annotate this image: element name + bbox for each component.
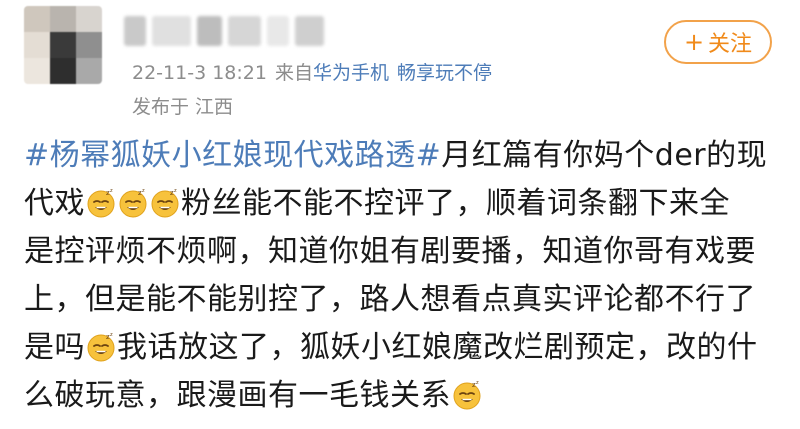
svg-text:z: z: [174, 188, 177, 194]
post-text-line-6: 么破玩意，跟漫画有一毛钱关系: [24, 378, 451, 413]
post-text-line-2b: 粉丝能不能不控评了，顺着词条翻下来全: [181, 186, 730, 221]
plus-icon: +: [683, 28, 705, 56]
sleepy-smile-emoji-icon: zz: [452, 377, 482, 410]
svg-text:z: z: [110, 188, 113, 194]
weibo-post-card: 22-11-3 18:21 来自华为手机 畅享玩不停 发布于 江西 + 关注 #杨幂…: [0, 0, 800, 429]
svg-text:z: z: [110, 332, 113, 338]
sleepy-smile-emoji-icon: zz: [118, 185, 148, 218]
post-meta: 22-11-3 18:21 来自华为手机 畅享玩不停: [132, 58, 492, 85]
post-text-line-4: 上，但是能不能别控了，路人想看点真实评论都不行了: [24, 282, 756, 317]
post-text-line-3: 是控评烦不烦啊，知道你姐有剧要播，知道你哥有戏要: [24, 234, 756, 269]
follow-button[interactable]: + 关注: [664, 20, 772, 64]
post-text-line-1: 月红篇有你妈个der的现: [441, 138, 768, 173]
source-prefix: 来自: [274, 62, 313, 84]
sleepy-smile-emoji-icon: zz: [86, 329, 116, 362]
post-text-line-2a: 代戏: [24, 186, 85, 221]
hashtag-link[interactable]: #杨幂狐妖小红娘现代戏路透#: [24, 138, 441, 173]
sleepy-smile-emoji-icon: zz: [150, 185, 180, 218]
post-text-line-5a: 是吗: [24, 330, 85, 365]
sleepy-smile-emoji-icon: zz: [86, 185, 116, 218]
post-location: 发布于 江西: [132, 96, 234, 118]
post-text-line-5b: 我话放这了，狐妖小红娘魔改烂剧预定，改的什: [117, 330, 758, 365]
follow-label: 关注: [708, 32, 753, 57]
source-slogan-link[interactable]: 畅享玩不停: [397, 62, 492, 84]
post-text: #杨幂狐妖小红娘现代戏路透#月红篇有你妈个der的现 代戏 z z z z z z 粉丝能不能…: [24, 132, 784, 420]
post-timestamp: 22-11-3 18:21: [132, 62, 267, 84]
username-redacted[interactable]: [124, 8, 325, 54]
source-device-link[interactable]: 华为手机: [313, 62, 389, 84]
svg-text:z: z: [476, 380, 479, 386]
avatar[interactable]: [24, 6, 102, 84]
svg-text:z: z: [142, 188, 145, 194]
